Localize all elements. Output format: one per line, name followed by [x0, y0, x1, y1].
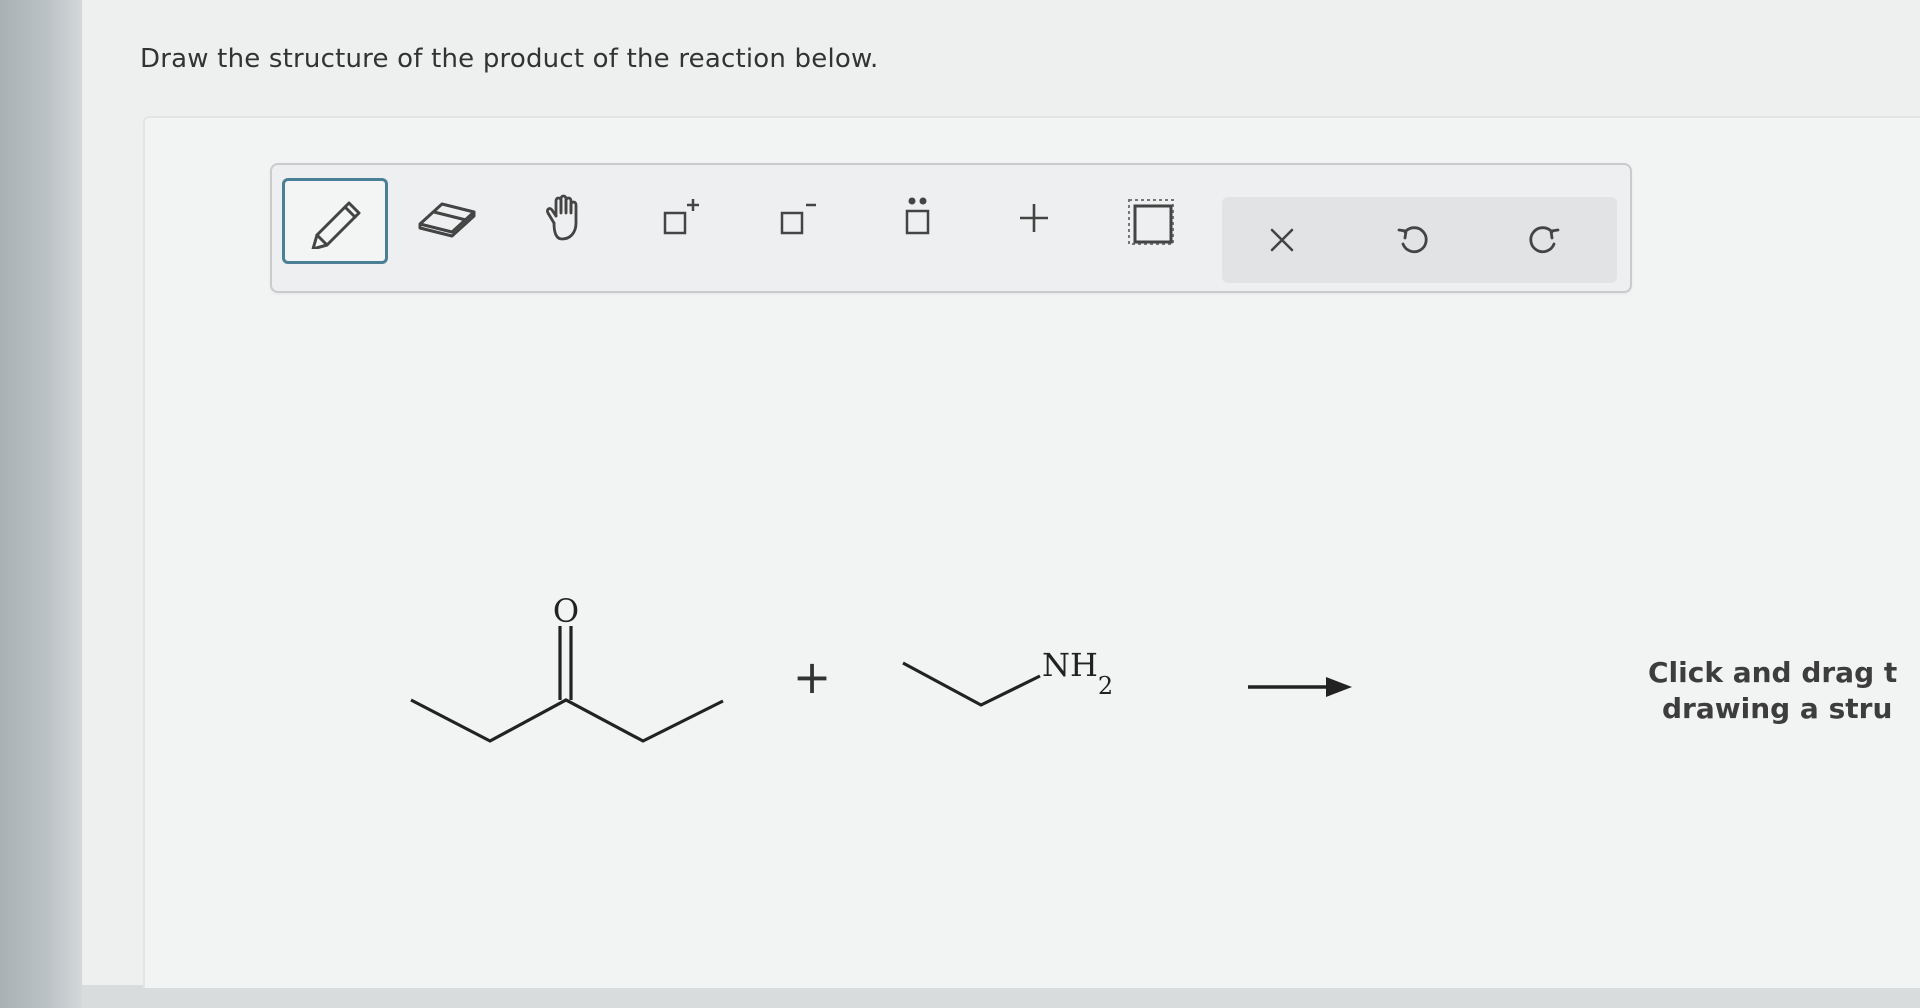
reactant-ethylamine: NH2 [902, 646, 1113, 707]
plus-sign: + [793, 650, 832, 704]
amine-subscript: 2 [1098, 672, 1113, 700]
drag-hint: Click and drag t drawing a stru [1648, 655, 1920, 727]
amine-nh-text: NH [1042, 646, 1098, 684]
oxygen-label: O [553, 592, 579, 630]
drag-hint-line-1: Click and drag t [1648, 656, 1898, 689]
drag-hint-line-2: drawing a stru [1662, 692, 1893, 725]
reactant-butanone: O [410, 592, 724, 743]
reaction-scheme: O + NH2 [410, 592, 1352, 743]
amine-group-label: NH2 [1042, 646, 1113, 700]
reaction-arrow-icon [1248, 677, 1352, 697]
